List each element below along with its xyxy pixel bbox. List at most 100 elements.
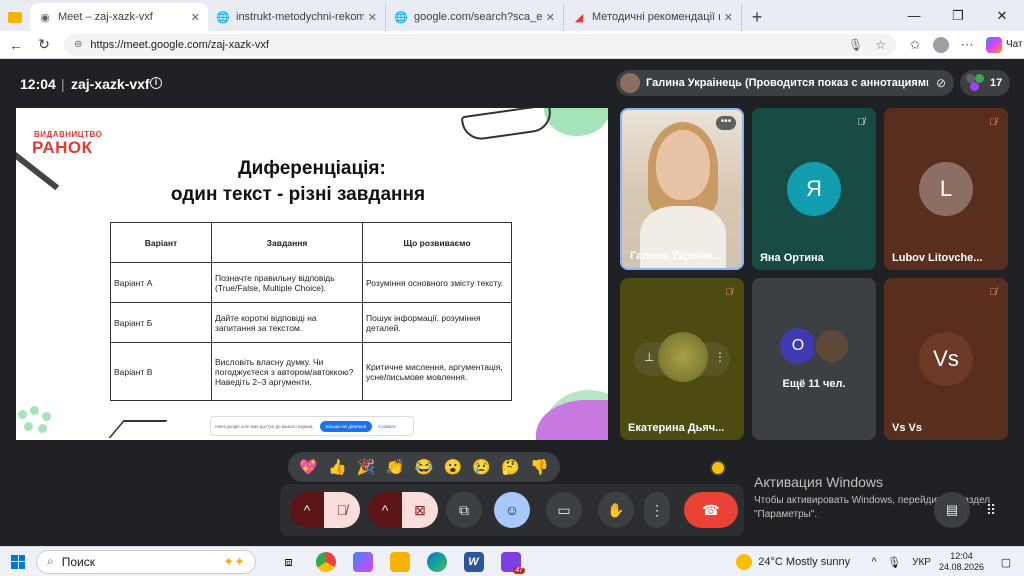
tab-google-search[interactable]: 🌐 google.com/search?sca_esv=7e6a ✕ [386, 3, 564, 31]
presenter-chip[interactable]: Галина Украінець (Проводится показ с анн… [616, 70, 948, 96]
tab-metodychni[interactable]: ◢ Методичні рекомендації щодо в ✕ [564, 3, 742, 31]
reactions-button[interactable]: ☺ [494, 492, 530, 528]
reaction-surprised[interactable]: 😮 [443, 458, 462, 476]
meeting-info-icon[interactable]: i [150, 77, 162, 89]
close-tab-icon[interactable]: ✕ [724, 11, 733, 24]
close-tab-icon[interactable]: ✕ [191, 11, 200, 24]
edge-icon[interactable] [418, 547, 455, 576]
url-field[interactable]: ⊜ https://meet.google.com/zaj-xazk-vxf 🎙… [64, 33, 896, 56]
mic-toggle-button[interactable]: 🎙̸ [324, 492, 360, 528]
close-tab-icon[interactable]: ✕ [546, 11, 555, 24]
captions-button[interactable]: ▭ [546, 492, 582, 528]
task-view-icon[interactable]: ⧈ [270, 547, 307, 576]
taskbar-clock[interactable]: 12:04 24.08.2026 [939, 551, 984, 573]
presentation-slide: ВИДАВНИЦТВО РАНОК Диференціація: один те… [16, 108, 608, 440]
reaction-laugh[interactable]: 😂 [415, 458, 434, 476]
copilot-icon [986, 36, 1002, 53]
new-tab-button[interactable]: + [742, 3, 772, 31]
word-icon[interactable]: W [455, 547, 492, 576]
reactions-bar: 💖 👍 🎉 👏 😂 😮 😢 🤔 👎 [288, 452, 560, 482]
input-language[interactable]: УКР [912, 557, 931, 568]
participant-tile-lubov[interactable]: 🎙̸ L Lubov Litovche... [884, 108, 1008, 270]
start-button[interactable] [0, 547, 36, 576]
tab-meet[interactable]: ◉ Meet – zaj-xazk-vxf ✕ [30, 3, 208, 31]
microphone-tray-icon[interactable]: 🎙 [884, 556, 904, 569]
profile-avatar[interactable] [933, 36, 949, 53]
weather-text: 24°C Mostly sunny [758, 556, 851, 568]
reaction-heart[interactable]: 💖 [299, 458, 318, 476]
table-cell: Дайте короткі відповіді на запитання за … [211, 302, 363, 343]
copilot-label: Чат [1006, 39, 1023, 50]
more-options-icon[interactable]: ⋮ [714, 350, 726, 364]
tab-instrukt[interactable]: 🌐 instrukt-metodychni-rekomend.p ✕ [208, 3, 386, 31]
more-options-icon[interactable]: ••• [716, 116, 736, 130]
participant-avatar: Vs [919, 332, 973, 386]
participants-avatars-icon [966, 74, 986, 92]
participants-button[interactable]: 17 [960, 70, 1010, 96]
participant-tile-galina[interactable]: ••• Галина Украіне... [620, 108, 744, 270]
notification-icon[interactable]: ▢ [996, 556, 1016, 569]
chevron-up-icon[interactable]: ^ [864, 556, 884, 568]
stop-sharing-button: Більше не ділитися [319, 420, 373, 432]
close-window-icon[interactable]: ✕ [980, 0, 1024, 31]
globe-icon: 🌐 [216, 11, 230, 24]
close-tab-icon[interactable]: ✕ [368, 11, 377, 24]
participant-tile-vs[interactable]: 🎙̸ Vs Vs Vs [884, 278, 1008, 440]
restore-icon[interactable]: ❐ [936, 0, 980, 31]
table-header: Варіант [110, 222, 212, 263]
system-tray: 24°C Mostly sunny ^ 🎙 УКР 12:04 24.08.20… [736, 547, 1024, 576]
star-icon[interactable]: ☆ [875, 38, 886, 52]
meeting-separator: | [61, 76, 65, 92]
url-text: https://meet.google.com/zaj-xazk-vxf [90, 38, 269, 51]
reaction-sad[interactable]: 😢 [472, 458, 491, 476]
participant-face [656, 130, 710, 200]
paper-plane-icon [108, 420, 168, 438]
slide-title-line2: один текст - різні завдання [170, 184, 426, 205]
leave-call-button[interactable]: ☎ [684, 492, 738, 528]
taskbar-search[interactable]: ⌕ Поиск ✦✦ [36, 549, 256, 574]
reaction-thumbs-up[interactable]: 👍 [328, 458, 347, 476]
more-participants-tile[interactable]: О Ещё 11 чел. [752, 278, 876, 440]
video-options-button[interactable]: ^ [368, 492, 402, 528]
site-info-icon[interactable]: ⊜ [74, 39, 82, 50]
toolbar-right: ✩ ⋯ Чат [902, 36, 1023, 53]
file-explorer-icon[interactable] [381, 547, 418, 576]
copilot-button[interactable]: Чат [986, 36, 1023, 53]
pin-icon[interactable]: ⊥ [644, 350, 654, 364]
copilot-taskbar-icon[interactable] [344, 547, 381, 576]
microphone-icon[interactable]: 🎙 [848, 38, 863, 52]
participant-tile-ekaterina[interactable]: 🎙̸ ⊥ ⋮ Екатерина Дьяч... [620, 278, 744, 440]
browser-tab-bar: ◉ Meet – zaj-xazk-vxf ✕ 🌐 instrukt-metod… [0, 0, 1024, 31]
favorites-icon[interactable]: ✩ [902, 37, 928, 53]
more-options-button[interactable]: ⋮ [644, 492, 670, 528]
share-notice-text: meet.google.com має доступ до вашого екр… [215, 423, 314, 429]
participant-name: Lubov Litovche... [892, 252, 983, 264]
screen-share-off-icon[interactable]: ⊘ [928, 70, 954, 96]
participant-tile-yana[interactable]: 🎙̸ Я Яна Ортина [752, 108, 876, 270]
reaction-party[interactable]: 🎉 [357, 458, 376, 476]
participant-avatar: L [919, 162, 973, 216]
search-highlight-icon: ✦✦ [223, 553, 245, 569]
reaction-clap[interactable]: 👏 [386, 458, 405, 476]
reaction-thumbs-down[interactable]: 👎 [530, 458, 549, 476]
chrome-icon[interactable] [307, 547, 344, 576]
weather-widget[interactable]: 24°C Mostly sunny [736, 554, 850, 570]
minimize-icon[interactable]: — [892, 0, 936, 31]
present-screen-button[interactable]: ⧉ [446, 492, 482, 528]
audio-options-button[interactable]: ^ [290, 492, 324, 528]
clock-date: 24.08.2026 [938, 562, 984, 572]
back-arrow-icon[interactable]: ← [2, 31, 30, 59]
reaction-thinking[interactable]: 🤔 [501, 458, 520, 476]
chat-icon[interactable]: ▤ [934, 492, 970, 528]
mail-icon[interactable]: 47 [492, 547, 529, 576]
reload-icon[interactable]: ↻ [30, 31, 58, 59]
windows-taskbar: ⌕ Поиск ✦✦ ⧈ W 47 24°C Mostly sunny ^ 🎙 … [0, 546, 1024, 576]
raise-hand-button[interactable]: ✋ [598, 492, 634, 528]
skin-tone-icon[interactable] [710, 460, 726, 476]
workspaces-icon[interactable] [0, 3, 30, 31]
camera-toggle-button[interactable]: ⊠ [402, 492, 438, 528]
more-menu-icon[interactable]: ⋯ [954, 37, 980, 53]
mic-off-icon: 🎙̸ [857, 117, 865, 128]
participant-avatar: Я [787, 162, 841, 216]
apps-grid-icon[interactable]: ⠿ [976, 492, 1006, 528]
